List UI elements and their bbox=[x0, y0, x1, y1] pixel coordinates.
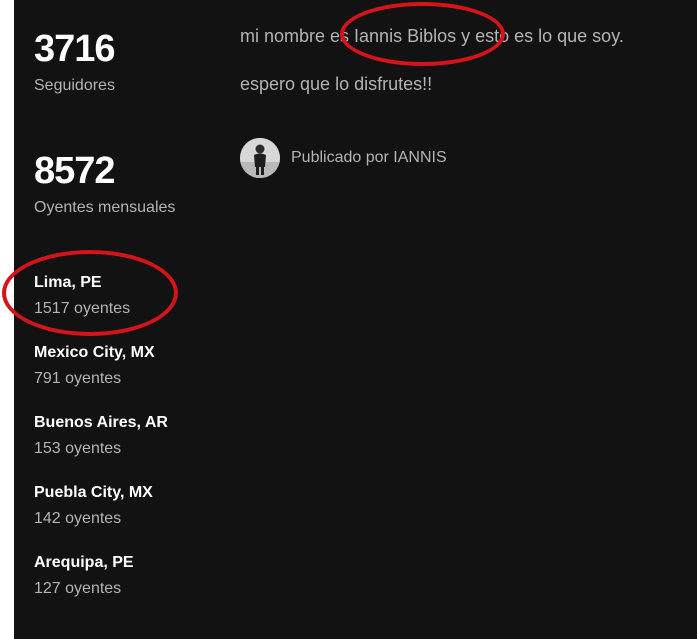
city-name: Lima, PE bbox=[34, 274, 102, 291]
city-item-lima: Lima, PE 1517 oyentes bbox=[34, 273, 130, 319]
city-listeners: 153 oyentes bbox=[34, 440, 122, 457]
city-item-puebla-city: Puebla City, MX 142 oyentes bbox=[34, 483, 153, 529]
bio-line-2: espero que lo disfrutes!! bbox=[240, 74, 433, 94]
monthly-listeners-count: 8572 bbox=[34, 150, 116, 192]
followers-count: 3716 bbox=[34, 28, 116, 70]
author-credit[interactable]: Publicado por IANNIS bbox=[240, 138, 447, 178]
city-name: Mexico City, MX bbox=[34, 344, 155, 361]
bio-line-1: mi nombre es Iannis Biblos y esto es lo … bbox=[240, 26, 624, 46]
city-name: Puebla City, MX bbox=[34, 484, 153, 501]
person-icon bbox=[240, 138, 280, 178]
author-name[interactable]: Publicado por IANNIS bbox=[291, 149, 447, 167]
city-name: Buenos Aires, AR bbox=[34, 414, 168, 431]
city-listeners: 791 oyentes bbox=[34, 370, 122, 387]
city-name: Arequipa, PE bbox=[34, 554, 134, 571]
monthly-listeners-label: Oyentes mensuales bbox=[34, 199, 176, 216]
city-item-arequipa: Arequipa, PE 127 oyentes bbox=[34, 553, 134, 599]
city-listeners: 142 oyentes bbox=[34, 510, 122, 527]
city-item-mexico-city: Mexico City, MX 791 oyentes bbox=[34, 343, 155, 389]
city-listeners: 127 oyentes bbox=[34, 580, 122, 597]
city-listeners: 1517 oyentes bbox=[34, 300, 131, 317]
artist-about-panel: 3716 Seguidores 8572 Oyentes mensuales L… bbox=[14, 0, 697, 639]
avatar[interactable] bbox=[240, 138, 280, 178]
city-item-buenos-aires: Buenos Aires, AR 153 oyentes bbox=[34, 413, 168, 459]
followers-label: Seguidores bbox=[34, 77, 115, 94]
